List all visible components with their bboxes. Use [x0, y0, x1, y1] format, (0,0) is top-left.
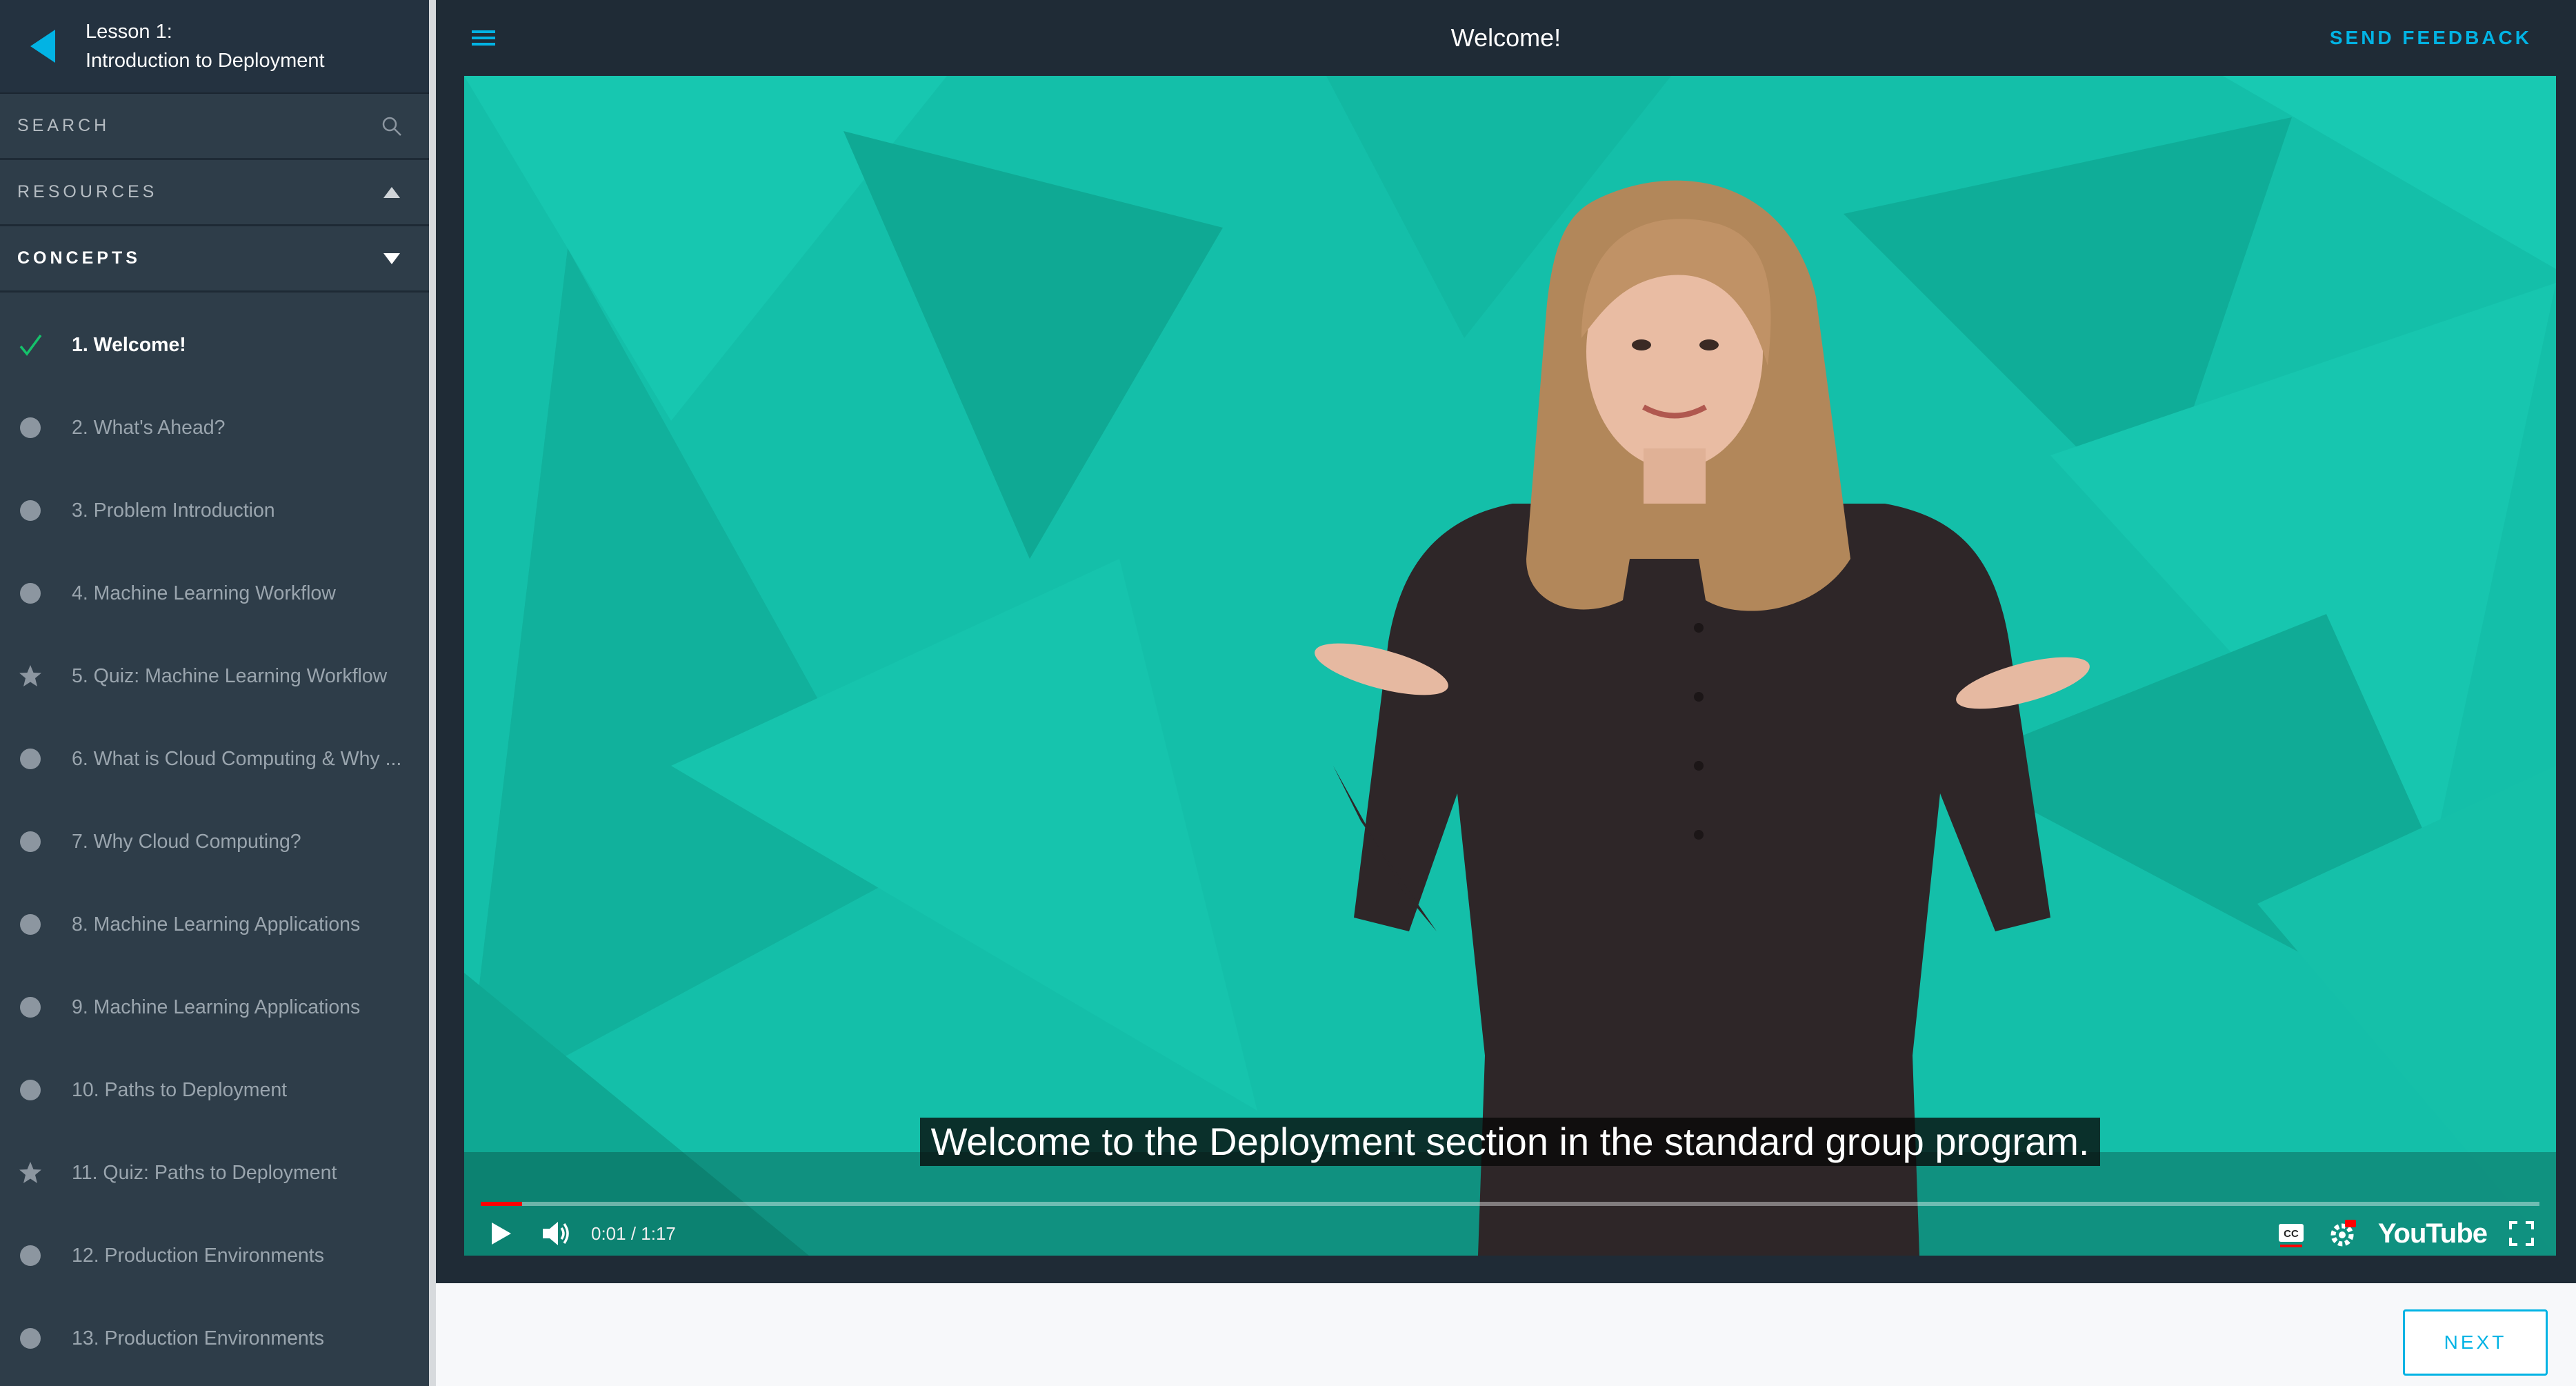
- lesson-title: Lesson 1: Introduction to Deployment: [86, 17, 325, 75]
- dot-icon: [18, 581, 43, 606]
- sidebar-divider: [429, 0, 436, 1386]
- concepts-toggle[interactable]: CONCEPTS: [0, 226, 429, 293]
- lesson-header: Lesson 1: Introduction to Deployment: [0, 0, 429, 94]
- concept-item[interactable]: 4. Machine Learning Workflow: [0, 552, 429, 635]
- check-icon: [18, 333, 43, 357]
- concept-item[interactable]: 12. Production Environments: [0, 1214, 429, 1297]
- resources-toggle[interactable]: RESOURCES: [0, 160, 429, 226]
- video-container: Welcome to the Deployment section in the…: [436, 76, 2576, 1283]
- top-bar: Welcome! SEND FEEDBACK: [436, 0, 2576, 76]
- concept-item[interactable]: 7. Why Cloud Computing?: [0, 800, 429, 883]
- video-progress-fill: [481, 1202, 522, 1206]
- volume-button[interactable]: [540, 1218, 572, 1249]
- dot-icon: [18, 746, 43, 771]
- play-button[interactable]: [485, 1218, 515, 1249]
- dot-icon: [18, 995, 43, 1020]
- lesson-name: Introduction to Deployment: [86, 50, 325, 72]
- concept-label: 2. What's Ahead?: [72, 416, 226, 439]
- chevron-down-icon: [383, 253, 400, 264]
- concept-label: 13. Production Environments: [72, 1327, 324, 1349]
- captions-button[interactable]: CC: [2277, 1218, 2305, 1249]
- concept-label: 7. Why Cloud Computing?: [72, 830, 301, 853]
- play-icon: [492, 1222, 511, 1245]
- caption-text: Welcome to the Deployment section in the…: [919, 1118, 2101, 1166]
- volume-icon: [543, 1222, 569, 1245]
- dot-icon: [18, 1243, 43, 1268]
- concept-item[interactable]: 9. Machine Learning Applications: [0, 966, 429, 1049]
- concept-label: 9. Machine Learning Applications: [72, 996, 361, 1018]
- concept-label: 11. Quiz: Paths to Deployment: [72, 1161, 337, 1184]
- video-caption: Welcome to the Deployment section in the…: [464, 1118, 2556, 1166]
- concept-item[interactable]: 1. Welcome!: [0, 304, 429, 386]
- video-time: 0:01 / 1:17: [591, 1222, 676, 1244]
- settings-button[interactable]: [2328, 1218, 2357, 1249]
- next-button[interactable]: NEXT: [2403, 1309, 2548, 1376]
- star-icon: [18, 1160, 43, 1185]
- youtube-logo[interactable]: YouTube: [2378, 1218, 2488, 1249]
- presenter-image: [1315, 180, 2090, 1256]
- concept-label: 5. Quiz: Machine Learning Workflow: [72, 664, 388, 687]
- search-row[interactable]: SEARCH: [0, 94, 429, 160]
- concept-label: 4. Machine Learning Workflow: [72, 582, 336, 604]
- hamburger-menu-icon[interactable]: [466, 24, 501, 52]
- fullscreen-icon: [2509, 1221, 2534, 1246]
- concept-label: 12. Production Environments: [72, 1244, 324, 1267]
- svg-text:CC: CC: [2284, 1228, 2299, 1240]
- concept-item[interactable]: 13. Production Environments: [0, 1297, 429, 1380]
- concept-label: 3. Problem Introduction: [72, 499, 275, 522]
- video-controls: 0:01 / 1:17 CC YouTube: [464, 1211, 2556, 1256]
- concept-label: 1. Welcome!: [72, 333, 186, 356]
- concept-item[interactable]: 8. Machine Learning Applications: [0, 883, 429, 966]
- concept-item[interactable]: 5. Quiz: Machine Learning Workflow: [0, 635, 429, 717]
- dot-icon: [18, 415, 43, 440]
- send-feedback-link[interactable]: SEND FEEDBACK: [2330, 27, 2532, 49]
- concept-label: 8. Machine Learning Applications: [72, 913, 361, 935]
- concept-label: 10. Paths to Deployment: [72, 1078, 288, 1101]
- back-button[interactable]: [0, 0, 86, 93]
- star-icon: [18, 664, 43, 689]
- page-title: Welcome!: [1450, 23, 1561, 52]
- chevron-up-icon: [383, 186, 400, 198]
- search-label: SEARCH: [17, 116, 110, 135]
- dot-icon: [18, 1326, 43, 1351]
- resources-label: RESOURCES: [17, 182, 158, 201]
- footer: NEXT: [436, 1283, 2576, 1386]
- video-progress-bar[interactable]: [481, 1202, 2539, 1206]
- fullscreen-button[interactable]: [2508, 1220, 2535, 1247]
- concept-item[interactable]: 10. Paths to Deployment: [0, 1049, 429, 1131]
- search-icon: [382, 117, 401, 136]
- gear-icon: [2330, 1220, 2356, 1247]
- concepts-label: CONCEPTS: [17, 248, 141, 268]
- concept-item[interactable]: 3. Problem Introduction: [0, 469, 429, 552]
- dot-icon: [18, 498, 43, 523]
- lesson-number: Lesson 1:: [86, 21, 172, 43]
- dot-icon: [18, 829, 43, 854]
- concept-item[interactable]: 6. What is Cloud Computing & Why ...: [0, 717, 429, 800]
- concept-item[interactable]: 11. Quiz: Paths to Deployment: [0, 1131, 429, 1214]
- dot-icon: [18, 1078, 43, 1102]
- concept-item[interactable]: 2. What's Ahead?: [0, 386, 429, 469]
- back-arrow-icon: [30, 30, 55, 63]
- sidebar: Lesson 1: Introduction to Deployment SEA…: [0, 0, 429, 1386]
- concept-label: 6. What is Cloud Computing & Why ...: [72, 747, 402, 770]
- concept-list: 1. Welcome! 2. What's Ahead? 3. Problem In…: [0, 293, 429, 1380]
- dot-icon: [18, 912, 43, 937]
- cc-icon: CC: [2278, 1224, 2304, 1247]
- video-player[interactable]: Welcome to the Deployment section in the…: [464, 76, 2556, 1256]
